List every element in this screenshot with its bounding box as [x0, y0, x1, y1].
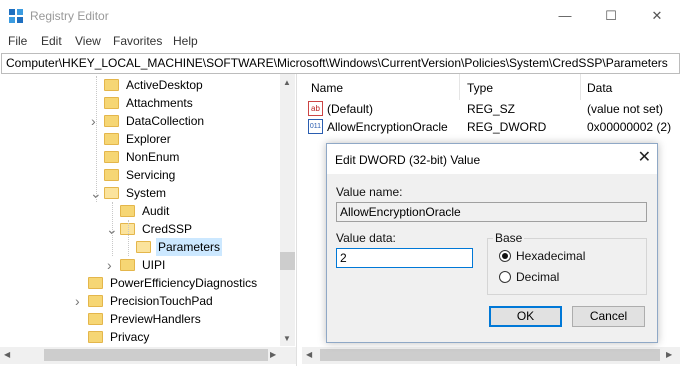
folder-icon	[88, 277, 103, 289]
tree-item-label: System	[126, 186, 167, 200]
tree-connector-line	[96, 76, 97, 202]
window-title: Registry Editor	[30, 9, 109, 23]
binary-value-icon: 011	[308, 119, 323, 134]
tree-vertical-scrollbar[interactable]: ▲ ▼	[280, 74, 295, 346]
folder-icon	[88, 331, 103, 343]
menu-view[interactable]: View	[75, 34, 101, 48]
value-name: AllowEncryptionOracle	[327, 120, 448, 134]
tree-item-label: Servicing	[126, 168, 176, 182]
folder-icon	[88, 313, 103, 325]
folder-icon	[120, 205, 135, 217]
list-row-default[interactable]: ab (Default) REG_SZ (value not set)	[308, 100, 680, 118]
address-bar[interactable]: Computer\HKEY_LOCAL_MACHINE\SOFTWARE\Mic…	[1, 53, 680, 74]
menu-edit[interactable]: Edit	[41, 34, 62, 48]
tree-horizontal-scrollbar[interactable]: ◀ ▶	[0, 347, 296, 364]
folder-icon	[104, 151, 119, 163]
folder-open-icon	[136, 241, 151, 253]
value-data: (value not set)	[587, 102, 664, 116]
column-header-type[interactable]: Type	[467, 81, 493, 95]
chevron-right-icon[interactable]: ›	[75, 294, 83, 308]
address-path: Computer\HKEY_LOCAL_MACHINE\SOFTWARE\Mic…	[6, 56, 668, 70]
value-name: (Default)	[327, 102, 374, 116]
tree-item-label: NonEnum	[126, 150, 180, 164]
tree-item-label: Privacy	[110, 330, 150, 344]
folder-icon	[88, 295, 103, 307]
list-row-allowencryptionoracle[interactable]: 011 AllowEncryptionOracle REG_DWORD 0x00…	[308, 118, 680, 136]
radio-decimal-label: Decimal	[516, 270, 560, 284]
tree-item-label: Explorer	[126, 132, 171, 146]
menu-favorites[interactable]: Favorites	[113, 34, 162, 48]
scroll-left-icon[interactable]: ◀	[4, 350, 10, 359]
dialog-title: Edit DWORD (32-bit) Value	[335, 153, 481, 167]
folder-icon	[104, 97, 119, 109]
column-divider[interactable]	[580, 74, 581, 100]
close-button[interactable]: ✕	[634, 0, 680, 32]
radio-hexadecimal[interactable]: Hexadecimal	[499, 248, 639, 264]
list-hscroll-thumb[interactable]	[320, 349, 660, 361]
tree-item-label: Attachments	[126, 96, 193, 110]
tree-item-label: ActiveDesktop	[126, 78, 203, 92]
base-groupbox	[487, 238, 647, 295]
folder-icon	[104, 169, 119, 181]
base-label: Base	[493, 231, 525, 245]
menu-help[interactable]: Help	[173, 34, 198, 48]
value-data: 0x00000002 (2)	[587, 120, 672, 134]
folder-icon	[104, 115, 119, 127]
chevron-right-icon[interactable]: ›	[91, 114, 99, 128]
menu-bar: File Edit View Favorites Help	[0, 32, 680, 52]
value-data-text: 2	[340, 251, 347, 265]
menu-file[interactable]: File	[8, 34, 27, 48]
tree-item-label: PreviewHandlers	[110, 312, 201, 326]
folder-icon	[104, 133, 119, 145]
radio-hexadecimal-label: Hexadecimal	[516, 249, 586, 263]
tree-item-label: UIPI	[142, 258, 166, 272]
radio-unselected-icon	[499, 271, 511, 283]
cancel-button[interactable]: Cancel	[572, 306, 645, 327]
tree-scroll-thumb[interactable]	[280, 252, 295, 270]
radio-selected-icon	[499, 250, 511, 262]
maximize-button[interactable]: ☐	[588, 0, 634, 32]
scroll-down-icon[interactable]: ▼	[283, 334, 291, 343]
value-data-input[interactable]: 2	[336, 248, 473, 268]
scroll-up-icon[interactable]: ▲	[283, 78, 291, 87]
radio-decimal[interactable]: Decimal	[499, 269, 639, 285]
ok-button[interactable]: OK	[489, 306, 562, 327]
value-data-label: Value data:	[336, 231, 396, 245]
dialog-title-bar: Edit DWORD (32-bit) Value ✕	[327, 144, 657, 174]
value-type: REG_DWORD	[467, 120, 547, 134]
chevron-right-icon[interactable]: ›	[107, 258, 115, 272]
column-header-data[interactable]: Data	[587, 81, 612, 95]
scroll-right-icon[interactable]: ▶	[270, 350, 276, 359]
tree-item-label: Parameters	[156, 238, 223, 256]
folder-open-icon	[104, 187, 119, 199]
title-bar: Registry Editor — ☐ ✕	[0, 0, 680, 32]
scroll-right-icon[interactable]: ▶	[666, 350, 672, 359]
tree-item-label: PowerEfficiencyDiagnostics	[110, 276, 258, 290]
column-header-name[interactable]: Name	[311, 81, 343, 95]
minimize-button[interactable]: —	[542, 0, 588, 32]
folder-icon	[104, 79, 119, 91]
value-type: REG_SZ	[467, 102, 516, 116]
value-name-field: AllowEncryptionOracle	[336, 202, 647, 222]
column-divider[interactable]	[459, 74, 460, 100]
tree-item-label: DataCollection	[126, 114, 205, 128]
scroll-left-icon[interactable]: ◀	[306, 350, 312, 359]
tree-connector-line	[128, 220, 129, 256]
tree-item-label: Audit	[142, 204, 170, 218]
tree-hscroll-thumb[interactable]	[44, 349, 268, 361]
tree-connector-line	[112, 202, 113, 256]
tree-item-label: CredSSP	[142, 222, 193, 236]
value-name-text: AllowEncryptionOracle	[340, 205, 461, 219]
key-tree: ActiveDesktop Attachments › DataCollection E…	[0, 74, 297, 366]
list-horizontal-scrollbar[interactable]: ◀ ▶	[302, 347, 680, 364]
tree-item-label: PrecisionTouchPad	[110, 294, 213, 308]
folder-icon	[120, 259, 135, 271]
dialog-close-icon[interactable]: ✕	[638, 147, 651, 167]
registry-editor-icon	[9, 9, 23, 23]
edit-dword-dialog: Edit DWORD (32-bit) Value ✕ Value name: …	[326, 143, 658, 343]
value-name-label: Value name:	[336, 185, 403, 199]
string-value-icon: ab	[308, 101, 323, 116]
